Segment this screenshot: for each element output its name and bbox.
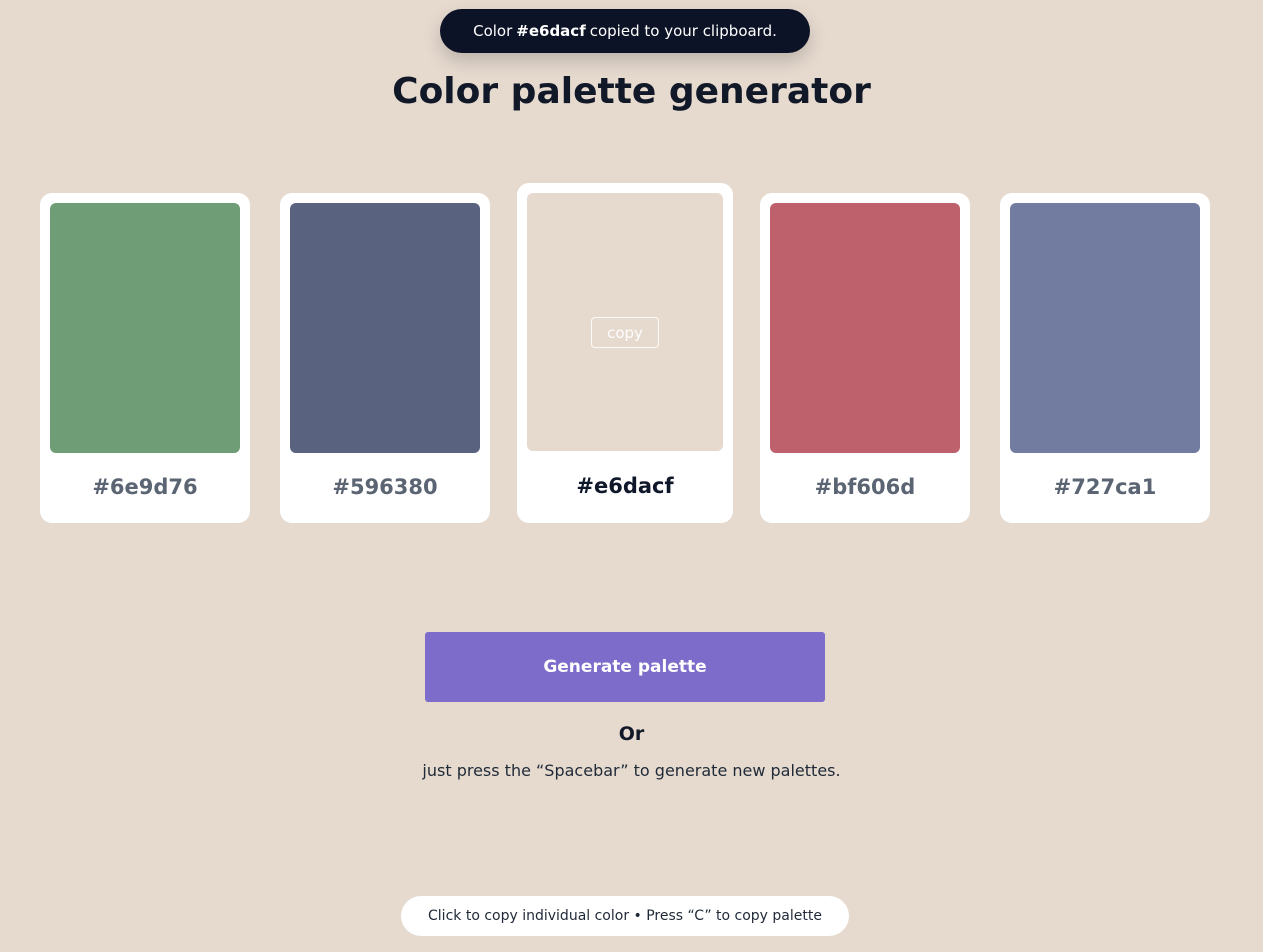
toast-suffix: copied to your clipboard. xyxy=(589,22,777,40)
spacebar-hint: just press the “Spacebar” to generate ne… xyxy=(422,761,841,780)
color-swatch[interactable] xyxy=(50,203,240,453)
color-hex-label: #727ca1 xyxy=(1053,475,1157,499)
color-card-4[interactable]: #bf606d xyxy=(760,193,970,523)
color-swatch[interactable] xyxy=(770,203,960,453)
color-card-3[interactable]: copy #e6dacf xyxy=(517,183,733,523)
generate-palette-button[interactable]: Generate palette xyxy=(425,632,825,702)
toast-prefix: Color xyxy=(473,22,513,40)
toast-color: #e6dacf xyxy=(516,22,586,40)
color-swatch[interactable]: copy xyxy=(527,193,723,451)
page-title: Color palette generator xyxy=(392,71,871,112)
color-card-2[interactable]: #596380 xyxy=(280,193,490,523)
color-hex-label: #596380 xyxy=(332,475,438,499)
copy-button[interactable]: copy xyxy=(591,317,659,348)
color-card-1[interactable]: #6e9d76 xyxy=(40,193,250,523)
copied-toast: Color #e6dacf copied to your clipboard. xyxy=(440,9,810,53)
footer-hint: Click to copy individual color • Press “… xyxy=(401,896,849,936)
or-separator: Or xyxy=(618,723,645,745)
color-hex-label: #bf606d xyxy=(814,475,916,499)
color-swatch[interactable] xyxy=(290,203,480,453)
color-hex-label: #e6dacf xyxy=(576,474,674,498)
color-hex-label: #6e9d76 xyxy=(92,475,198,499)
color-swatch[interactable] xyxy=(1010,203,1200,453)
color-card-5[interactable]: #727ca1 xyxy=(1000,193,1210,523)
